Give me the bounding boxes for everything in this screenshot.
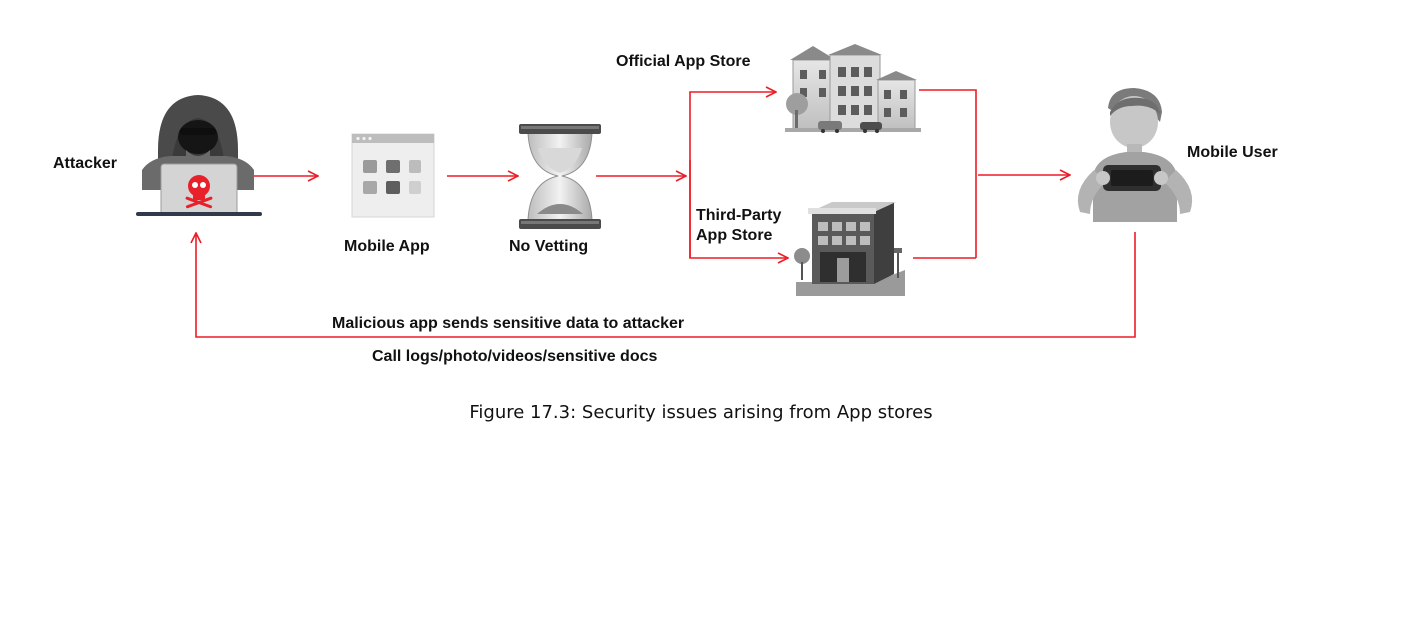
third-party-store-label-line1: Third-Party — [696, 207, 781, 224]
app-window-icon — [351, 133, 435, 218]
mobile-app-label: Mobile App — [344, 238, 430, 255]
return-flow-label: Malicious app sends sensitive data to at… — [332, 315, 684, 332]
third-party-store-node: Third-Party App Store — [696, 202, 905, 296]
third-party-store-label-line2: App Store — [696, 227, 773, 244]
official-store-label: Official App Store — [616, 53, 751, 70]
hourglass-icon — [519, 124, 601, 229]
user-with-phone-icon — [1077, 88, 1193, 222]
figure-caption: Figure 17.3: Security issues arising fro… — [469, 402, 932, 423]
diagram-canvas: Attacker Mobile App No Vetting Official … — [53, 44, 1278, 423]
hacker-icon — [136, 95, 262, 216]
attacker-node: Attacker — [53, 95, 262, 216]
mobile-user-label: Mobile User — [1187, 144, 1278, 161]
mobile-app-node: Mobile App — [344, 133, 435, 255]
shop-building-icon — [794, 202, 905, 296]
return-flow-sublabel: Call logs/photo/videos/sensitive docs — [372, 348, 658, 365]
attacker-label: Attacker — [53, 155, 117, 172]
city-buildings-icon — [785, 44, 921, 133]
official-store-node: Official App Store — [616, 44, 921, 133]
arrows — [196, 89, 1136, 338]
no-vetting-node: No Vetting — [509, 124, 601, 255]
mobile-user-node: Mobile User — [1077, 88, 1278, 222]
line-official-store-out — [919, 89, 977, 258]
no-vetting-label: No Vetting — [509, 238, 588, 255]
